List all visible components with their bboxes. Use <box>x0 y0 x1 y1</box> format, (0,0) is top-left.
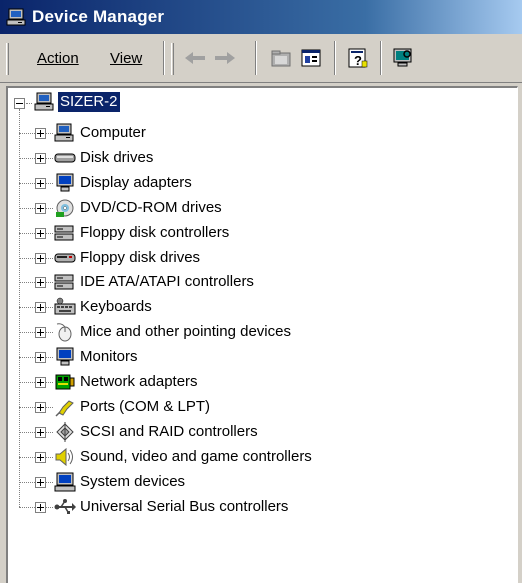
tree-node-label[interactable]: Keyboards <box>78 297 154 317</box>
forward-icon <box>215 52 235 64</box>
system-devices-icon <box>54 472 76 492</box>
toolbar-separator <box>380 41 382 75</box>
controller-icon <box>54 274 74 290</box>
floppy-drive-icon <box>54 253 76 262</box>
expand-toggle[interactable] <box>35 252 46 264</box>
tree-node-label[interactable]: Floppy disk drives <box>78 248 202 268</box>
tree-node-label[interactable]: Mice and other pointing devices <box>78 322 293 342</box>
properties-view-icon <box>301 49 321 67</box>
expand-toggle[interactable] <box>35 227 46 239</box>
expand-toggle[interactable] <box>35 451 46 463</box>
tree-node-label[interactable]: Disk drives <box>78 148 155 168</box>
expand-toggle[interactable] <box>35 128 46 139</box>
controller-icon <box>54 225 74 241</box>
device-tree: SIZER-2 Computer Disk drives Display adapt… <box>8 88 517 583</box>
toolbar-grip[interactable] <box>6 43 9 75</box>
display-adapter-icon <box>56 173 74 192</box>
tree-node-label[interactable]: Universal Serial Bus controllers <box>78 497 290 517</box>
window-title: Device Manager <box>32 7 165 26</box>
tree-connector <box>26 103 32 104</box>
network-adapter-icon <box>55 374 75 390</box>
forward-button[interactable] <box>212 45 238 71</box>
toolbar-separator <box>163 41 165 75</box>
device-manager-icon <box>6 8 26 26</box>
up-button[interactable] <box>268 45 294 71</box>
expand-toggle[interactable] <box>35 277 46 289</box>
tree-node-label[interactable]: Sound, video and game controllers <box>78 447 314 467</box>
root-node-label[interactable]: SIZER-2 <box>57 91 121 113</box>
menu-action[interactable]: Action <box>37 50 79 67</box>
menu-view-label: View <box>110 50 143 67</box>
monitor-icon <box>56 347 74 366</box>
keyboard-icon <box>54 298 76 315</box>
show-hide-console-tree-button[interactable] <box>298 45 324 71</box>
tree-node-label[interactable]: SCSI and RAID controllers <box>78 422 260 442</box>
tree-node-label[interactable]: Computer <box>78 123 148 143</box>
tree-node-label[interactable]: IDE ATA/ATAPI controllers <box>78 272 256 292</box>
expand-toggle[interactable] <box>35 202 46 214</box>
title-bar[interactable]: Device Manager <box>0 0 522 34</box>
expand-toggle[interactable] <box>35 302 46 314</box>
menu-view[interactable]: View <box>110 50 142 67</box>
svg-text:?: ? <box>354 53 362 68</box>
expand-toggle[interactable] <box>35 352 46 364</box>
expand-toggle[interactable] <box>35 401 46 413</box>
back-button[interactable] <box>182 45 208 71</box>
expand-toggle[interactable] <box>35 177 46 189</box>
up-folder-icon <box>271 50 291 67</box>
toolbar-separator <box>255 41 257 75</box>
scan-for-hardware-button[interactable] <box>390 45 416 71</box>
tree-node-label[interactable]: System devices <box>78 472 187 492</box>
root-collapse-toggle[interactable] <box>14 98 25 109</box>
expand-toggle[interactable] <box>35 476 46 488</box>
port-icon <box>55 400 74 417</box>
tree-node-label[interactable]: Network adapters <box>78 372 200 392</box>
monitor-icon <box>393 48 412 67</box>
help-icon: ? <box>348 48 368 68</box>
tree-node-label[interactable]: Floppy disk controllers <box>78 223 231 243</box>
device-manager-window: Device Manager Action View ? SIZER-2 Com… <box>0 0 522 583</box>
expand-toggle[interactable] <box>35 152 46 164</box>
computer-icon <box>54 123 74 142</box>
expand-toggle[interactable] <box>35 377 46 388</box>
expand-toggle[interactable] <box>35 501 46 513</box>
cdrom-icon <box>56 199 74 217</box>
expand-toggle[interactable] <box>35 426 46 438</box>
usb-icon <box>54 498 76 514</box>
expand-toggle[interactable] <box>35 327 46 339</box>
mouse-icon <box>56 323 72 342</box>
sound-icon <box>55 447 73 466</box>
tree-node-label[interactable]: Display adapters <box>78 173 194 193</box>
toolbar-grip[interactable] <box>171 43 174 75</box>
help-button[interactable]: ? <box>345 45 371 71</box>
disk-drive-icon <box>54 153 76 163</box>
toolbar: Action View ? <box>0 34 522 83</box>
toolbar-separator <box>334 41 336 75</box>
tree-node-label[interactable]: Monitors <box>78 347 140 367</box>
tree-node-label[interactable]: DVD/CD-ROM drives <box>78 198 224 218</box>
computer-icon <box>34 92 54 111</box>
back-icon <box>185 52 205 64</box>
tree-node-label[interactable]: Ports (COM & LPT) <box>78 397 212 417</box>
menu-action-label: Action <box>37 50 79 67</box>
device-tree-pane[interactable]: SIZER-2 Computer Disk drives Display adapt… <box>6 86 518 583</box>
scsi-icon <box>56 421 74 442</box>
